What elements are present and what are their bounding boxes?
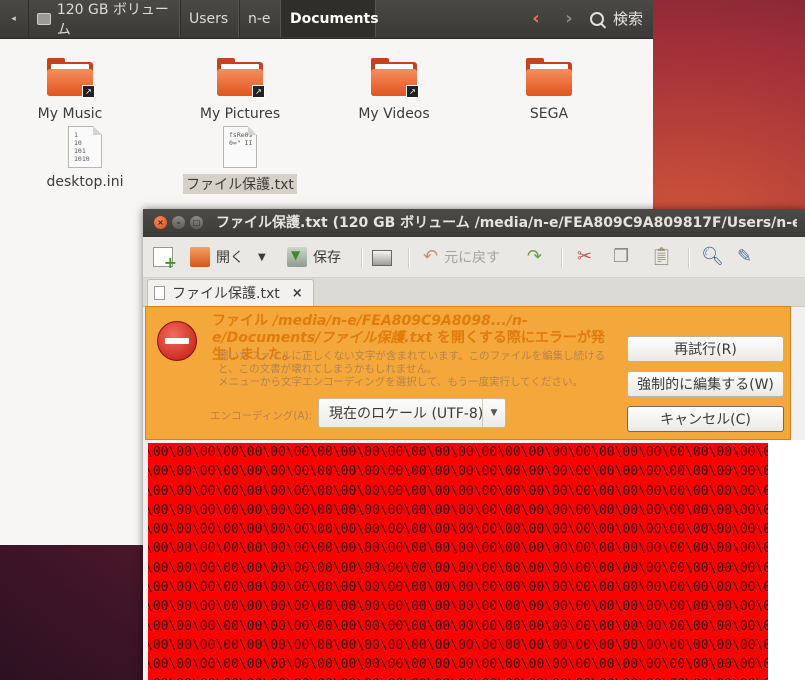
encoding-select[interactable]: 現在のロケール (UTF-8) ▼ [318,398,506,428]
encoding-error-infobar: ファイル /media/n-e/FEA809C9A8098.../n-e/Doc… [145,306,791,440]
file-protection-txt[interactable]: fsRe0s 0=" II ファイル保護.txt [180,124,300,194]
breadcrumb-users[interactable]: Users [180,0,239,37]
window-title: ファイル保護.txt (120 GB ボリューム /media/n-e/FEA8… [216,215,797,231]
replace-button[interactable]: ✎ [737,244,752,270]
retry-button[interactable]: 再試行(R) [627,336,784,362]
folder-sega[interactable]: SEGA [489,52,609,122]
scissors-icon: ✂ [577,246,593,267]
print-button[interactable] [372,244,398,270]
cut-button[interactable]: ✂ [577,244,592,270]
error-icon [157,321,197,361]
document-icon [154,286,165,300]
drive-icon [37,12,51,25]
tab-file-protection[interactable]: ファイル保護.txt × [147,279,314,306]
magnifier-icon: 🔍︎ [701,246,724,267]
breadcrumb-scroll-left[interactable]: ◂ [0,0,27,38]
document-tabs: ファイル保護.txt × [143,278,805,307]
undo-icon: ↶ [423,246,439,267]
minimize-icon[interactable]: – [172,216,185,229]
folder-my-music[interactable]: ↗ My Music [10,52,130,122]
title-bar[interactable]: × – □ ファイル保護.txt (120 GB ボリューム /media/n-… [143,209,805,237]
open-button[interactable]: 開く [190,244,244,270]
folder-my-videos[interactable]: ↗ My Videos [334,52,454,122]
new-document-button[interactable] [153,244,179,272]
open-folder-icon [190,247,210,267]
chevron-down-icon: ▼ [482,399,505,427]
find-button[interactable]: 🔍︎ [701,244,724,270]
forward-arrow-icon[interactable]: › [556,4,582,32]
file-desktop-ini[interactable]: 1 10 101 1010 desktop.ini [25,124,145,190]
search-button[interactable]: 検索 [590,0,643,37]
toolbar: 開く ▼ 保存 ↶ 元に戻す ↷ ✂ ❐ 📋︎ [143,237,805,278]
copy-button[interactable]: ❐ [613,244,629,270]
print-icon [372,250,392,266]
folder-link-icon: ↗ [371,58,419,98]
copy-icon: ❐ [613,246,630,267]
redo-icon: ↷ [527,246,543,267]
force-edit-button[interactable]: 強制的に編集する(W) [627,371,784,397]
gedit-window: × – □ ファイル保護.txt (120 GB ボリューム /media/n-… [143,209,805,680]
error-description: 開いたファイルに正しくない文字が含まれています。このファイルを編集し続けると、こ… [218,350,606,388]
breadcrumb-volume[interactable]: 120 GB ボリューム [28,0,180,38]
find-replace-icon: ✎ [737,246,753,267]
chevron-down-icon: ▼ [258,251,266,263]
text-editor-area[interactable]: \00\00\00\00\00\00\00\00\00\00\00\00\00\… [148,443,768,680]
cancel-button[interactable]: キャンセル(C) [627,406,784,432]
breadcrumb-n-e[interactable]: n-e [239,0,281,37]
new-document-icon [153,247,177,272]
folder-link-icon: ↗ [217,58,265,98]
path-bar: ◂ 120 GB ボリューム Users n-e Documents ‹ › 検… [0,0,653,39]
tab-close-icon[interactable]: × [292,286,303,301]
back-arrow-icon[interactable]: ‹ [523,4,549,32]
paste-button[interactable]: 📋︎ [650,244,673,270]
close-icon[interactable]: × [154,216,167,229]
undo-button[interactable]: ↶ 元に戻す [423,244,500,270]
folder-my-pictures[interactable]: ↗ My Pictures [180,52,300,122]
open-recent-dropdown[interactable]: ▼ [258,244,266,270]
search-icon [590,11,604,26]
editor-content: \00\00\00\00\00\00\00\00\00\00\00\00\00\… [148,445,768,680]
editor-scrollbar[interactable] [768,440,805,680]
breadcrumb-documents[interactable]: Documents [281,0,379,37]
redo-button[interactable]: ↷ [527,244,542,270]
save-icon [287,247,307,267]
paste-icon: 📋︎ [650,246,673,267]
text-file-icon: 1 10 101 1010 [68,126,102,168]
encoding-label: エンコーディング(A): [210,410,313,422]
folder-icon [526,58,572,96]
maximize-icon[interactable]: □ [190,216,203,229]
text-file-icon: fsRe0s 0=" II [223,126,257,168]
save-button[interactable]: 保存 [287,244,341,270]
folder-link-icon: ↗ [47,58,95,98]
